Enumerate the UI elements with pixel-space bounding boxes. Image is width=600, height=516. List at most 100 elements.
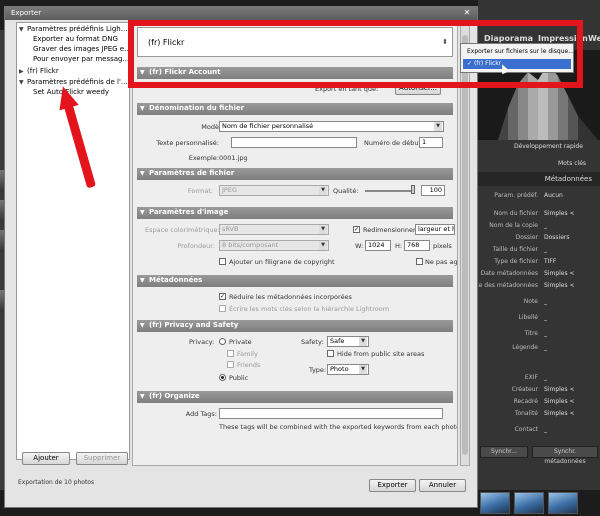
preset-item[interactable]: Graver des images JPEG e... (19, 45, 129, 55)
hierarchy-label: Écrire les mots clés selon la hiérarchie… (229, 305, 390, 313)
tags-note: These tags will be combined with the exp… (219, 423, 458, 431)
resize-label: Redimensionner (363, 226, 416, 234)
metadata-key: Libellé (518, 314, 538, 321)
quality-slider-knob[interactable] (411, 185, 415, 194)
metadata-key: Titre (524, 330, 538, 337)
start-number-input[interactable]: 1 (419, 137, 443, 148)
height-input[interactable]: 768 (404, 240, 430, 251)
metadata-key: Note (523, 298, 538, 305)
preset-group-flickr[interactable]: ▶ (fr) Flickr (19, 67, 129, 77)
width-input[interactable]: 1024 (365, 240, 391, 251)
metadata-key: Taille du fichier (492, 246, 538, 253)
chevron-down-icon: ▼ (319, 241, 327, 250)
public-radio[interactable] (219, 374, 226, 381)
template-select[interactable]: Nom de fichier personnalisé ▼ (219, 121, 444, 132)
metadata-value: Dossiers (544, 234, 570, 241)
expanded-triangle-icon: ▼ (140, 322, 145, 329)
chevron-down-icon: ▼ (359, 365, 367, 374)
section-file-settings[interactable]: ▼ Paramètres de fichier (137, 168, 453, 180)
preset-item[interactable]: Pour envoyer par messag... (19, 55, 129, 65)
export-settings-panel: (fr) Flickr ⬍ ▼ (fr) Flickr Account Expor… (132, 22, 458, 466)
example-value: 0001.jpg (219, 154, 248, 162)
hide-public-checkbox[interactable] (327, 350, 334, 357)
custom-text-input[interactable] (231, 137, 357, 148)
format-select[interactable]: JPEG ▼ (219, 185, 329, 196)
friends-label: Friends (237, 361, 261, 369)
quality-label: Qualité: (333, 187, 359, 195)
colorspace-select[interactable]: sRVB ▼ (219, 224, 329, 235)
preset-item[interactable]: Exporter au format DNG (19, 35, 129, 45)
add-tags-label: Add Tags: (185, 410, 217, 418)
metadata-value: Simples < (544, 398, 575, 405)
section-privacy[interactable]: ▼ (fr) Privacy and Safety (137, 320, 453, 332)
highlight-box (128, 20, 583, 88)
family-checkbox[interactable] (227, 350, 234, 357)
depth-select[interactable]: 8 bits/composant ▼ (219, 240, 329, 251)
metadata-key: Nom de la copie (489, 222, 538, 229)
expanded-triangle-icon: ▼ (140, 170, 145, 177)
expanded-triangle-icon: ▼ (140, 105, 145, 112)
settings-scrollbar[interactable] (460, 22, 470, 466)
resize-checkbox[interactable]: ✓ (353, 226, 360, 233)
metadata-panel-header[interactable]: Métadonnées (478, 172, 600, 186)
preset-group-lightroom[interactable]: ▼ Paramètres prédéfinis Ligh... (19, 25, 129, 35)
privacy-label: Privacy: (189, 338, 215, 346)
chevron-down-icon: ▼ (319, 186, 327, 195)
type-select[interactable]: Photo ▼ (327, 364, 369, 375)
colorspace-label: Espace colorimétrique: (145, 226, 220, 234)
film-thumbnail[interactable] (548, 492, 578, 514)
metadata-key: Recadré (513, 398, 538, 405)
metadata-key: Date métadonnées (480, 270, 538, 277)
close-icon[interactable]: ✕ (462, 8, 472, 18)
metadata-value: Simples < (544, 270, 575, 277)
expanded-triangle-icon: ▼ (140, 277, 145, 284)
film-thumbnail[interactable] (514, 492, 544, 514)
collapsed-triangle-icon[interactable]: ▶ (19, 68, 27, 75)
minimize-metadata-label: Réduire les métadonnées incorporées (229, 293, 352, 301)
metadata-key: Nom du fichier (493, 210, 538, 217)
unit-label[interactable]: pixels (433, 242, 452, 250)
private-label: Private (229, 338, 252, 346)
module-web[interactable]: We (588, 34, 600, 43)
copyright-checkbox[interactable] (219, 258, 226, 265)
export-count: Exportation de 10 photos (18, 479, 95, 486)
expanded-triangle-icon: ▼ (140, 209, 145, 216)
copyright-label: Ajouter un filigrane de copyright (229, 258, 335, 266)
safety-label: Safety: (301, 338, 324, 346)
depth-label: Profondeur: (177, 242, 215, 250)
metadata-value: _ (544, 374, 547, 381)
private-radio[interactable] (219, 338, 226, 345)
section-file-naming[interactable]: ▼ Dénomination du fichier (137, 103, 453, 115)
no-enlarge-checkbox[interactable] (416, 258, 423, 265)
section-metadata[interactable]: ▼ Métadonnées (137, 275, 453, 287)
sync-button[interactable]: Synchr... (480, 446, 528, 458)
metadata-value: _ (544, 314, 547, 321)
film-thumbnail[interactable] (480, 492, 510, 514)
metadata-key: Date des métadonnées (468, 282, 538, 289)
expanded-triangle-icon[interactable]: ▼ (19, 79, 27, 86)
add-preset-button[interactable]: Ajouter (22, 452, 70, 465)
height-label: H: (395, 242, 403, 250)
metadata-key: Type de fichier (494, 258, 538, 265)
quality-input[interactable]: 100 (421, 185, 445, 196)
hide-public-label: Hide from public site areas (337, 350, 425, 358)
family-label: Family (237, 350, 258, 358)
chevron-down-icon: ▼ (359, 337, 367, 346)
resize-mode-select[interactable]: largeur et hauteur (415, 224, 455, 235)
sync-metadata-button[interactable]: Synchr. métadonnées (532, 446, 598, 465)
expanded-triangle-icon[interactable]: ▼ (19, 26, 27, 33)
section-organize[interactable]: ▼ (fr) Organize (137, 391, 453, 403)
friends-checkbox[interactable] (227, 361, 234, 368)
section-image-settings[interactable]: ▼ Paramètres d'image (137, 207, 453, 219)
export-button[interactable]: Exporter (369, 479, 416, 492)
preset-group-user[interactable]: ▼ Paramètres prédéfinis de l'... (19, 78, 129, 88)
quality-slider[interactable] (365, 190, 415, 192)
remove-preset-button[interactable]: Supprimer (76, 452, 128, 465)
metadata-key: Légende (512, 344, 538, 351)
add-tags-input[interactable] (219, 408, 443, 419)
safety-select[interactable]: Safe ▼ (327, 336, 369, 347)
scrollbar-thumb[interactable] (462, 35, 468, 455)
cancel-button[interactable]: Annuler (419, 479, 466, 492)
minimize-metadata-checkbox[interactable]: ✓ (219, 293, 226, 300)
hierarchy-checkbox[interactable] (219, 305, 226, 312)
